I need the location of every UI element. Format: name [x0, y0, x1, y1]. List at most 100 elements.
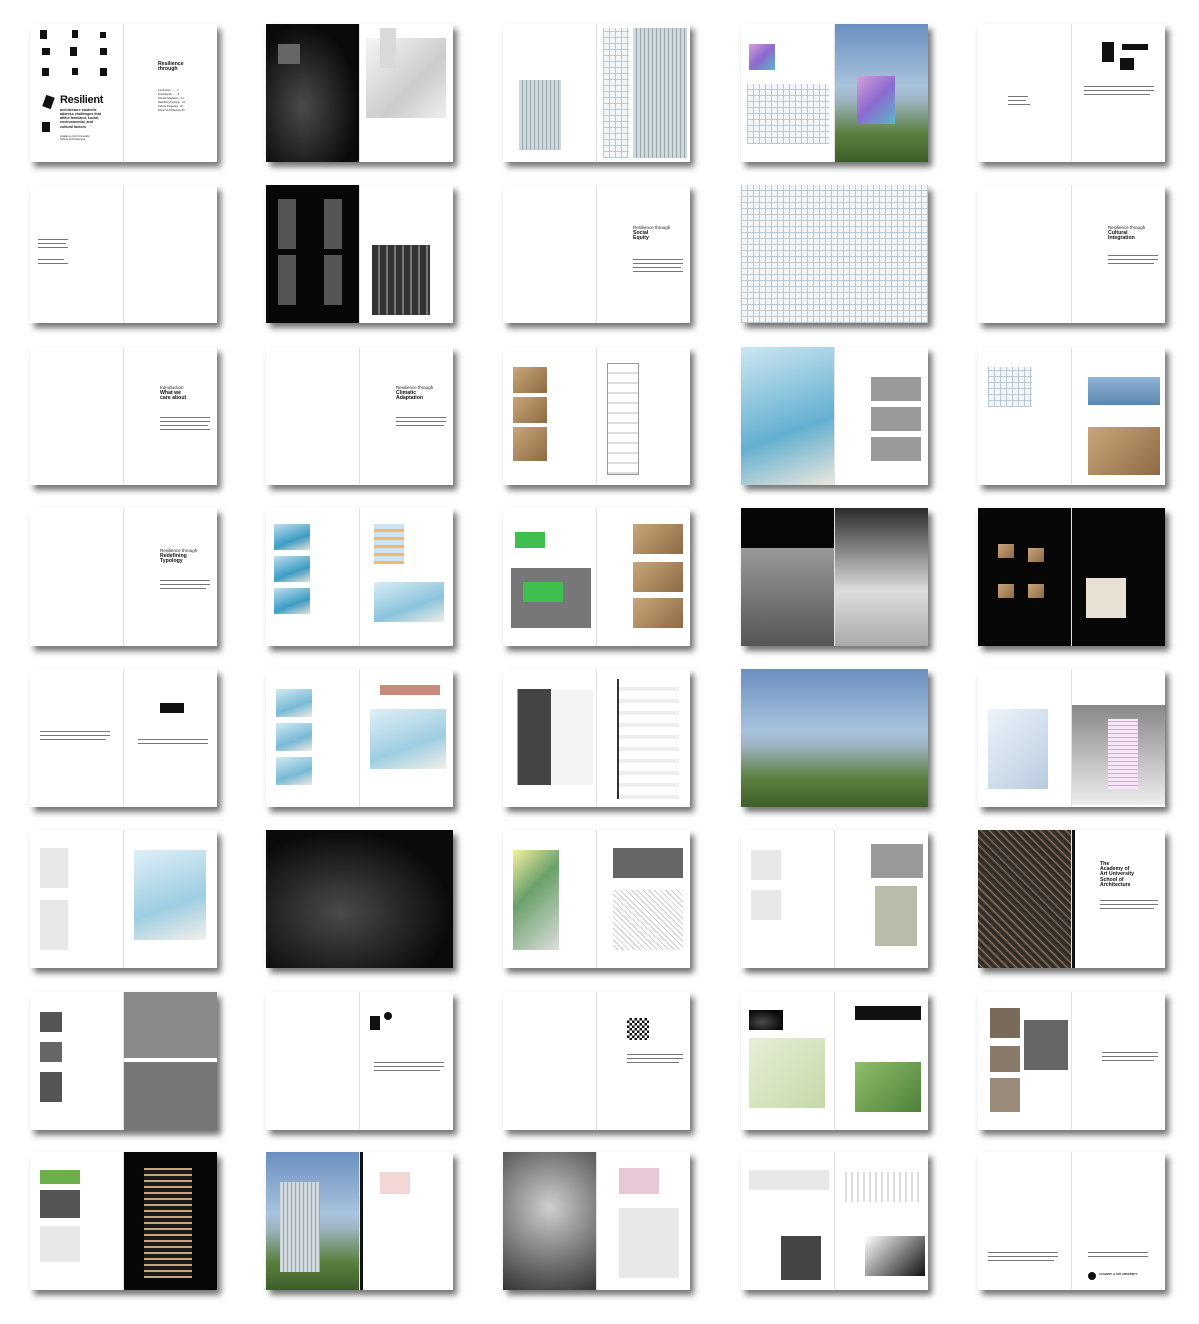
- photo: [40, 1012, 62, 1032]
- text-block: [40, 735, 110, 737]
- spread-school[interactable]: The Academy of Art University School of …: [978, 830, 1165, 968]
- text-block: [988, 1260, 1054, 1262]
- spread-street-tower[interactable]: [266, 1152, 453, 1290]
- spread-pink-cube[interactable]: [741, 24, 928, 162]
- page-right: [835, 24, 928, 162]
- photo-pier: [1088, 377, 1160, 405]
- spread-blank-text[interactable]: [30, 185, 217, 323]
- page-right: [360, 669, 453, 807]
- spread-towers-night[interactable]: [266, 24, 453, 162]
- spread-renders[interactable]: [741, 830, 928, 968]
- spread-climatic-adaptation[interactable]: Resilience through Climatic Adaptation: [266, 347, 453, 485]
- spread-site-plan[interactable]: [741, 347, 928, 485]
- text-block: [38, 259, 64, 261]
- spread-grid-render[interactable]: [741, 185, 928, 323]
- text-block: [396, 417, 446, 419]
- spread-collage[interactable]: [503, 830, 690, 968]
- page-right: [597, 347, 690, 485]
- text-block: [627, 1062, 679, 1064]
- spread-glass-cube[interactable]: [503, 1152, 690, 1290]
- text-block: [396, 425, 444, 427]
- page-right: [124, 830, 217, 968]
- spread-wood-frame[interactable]: [30, 1152, 217, 1290]
- page-right: ACADEMY of ART UNIVERSITY: [1072, 1152, 1165, 1290]
- toc-item[interactable]: School of Architecture 30: [158, 109, 185, 113]
- spread-landscape[interactable]: [741, 669, 928, 807]
- logo-glyph: [42, 48, 50, 55]
- spread-text-diagrams[interactable]: [978, 24, 1165, 162]
- logo-glyph: [100, 48, 107, 55]
- page-left: [503, 185, 597, 323]
- cube-render: [503, 1152, 596, 1290]
- spread-wood-interiors[interactable]: [503, 347, 690, 485]
- page-right: [1072, 992, 1165, 1130]
- diagram-grid: [619, 1208, 679, 1278]
- photo-night: [749, 1010, 783, 1030]
- logo-glyph: [42, 68, 49, 76]
- spread-cultural-integration[interactable]: Resilience through Cultural Integration: [978, 185, 1165, 323]
- spread-cover[interactable]: Resilient architecture students address …: [30, 24, 217, 162]
- page-right: [1072, 347, 1165, 485]
- spread-concrete[interactable]: [30, 992, 217, 1130]
- spread-social-equity[interactable]: Resilience through Social Equity: [503, 185, 690, 323]
- text-block: [38, 247, 68, 249]
- spread-dark-models[interactable]: [978, 508, 1165, 646]
- spread-section-drawings[interactable]: [503, 669, 690, 807]
- page-left: [741, 347, 835, 485]
- spread-mapping[interactable]: [30, 830, 217, 968]
- page-right: [835, 1152, 928, 1290]
- spread-landscape-plan[interactable]: [741, 992, 928, 1130]
- spread-tower-models[interactable]: [266, 185, 453, 323]
- text-block: [633, 259, 683, 261]
- spread-back-cover[interactable]: ACADEMY of ART UNIVERSITY: [978, 1152, 1165, 1290]
- model-green: [523, 582, 563, 602]
- photo-interior: [513, 427, 547, 461]
- spread-night-aerial[interactable]: [266, 830, 453, 968]
- spread-pattern-text[interactable]: [503, 992, 690, 1130]
- page-left: [741, 992, 835, 1130]
- model: [998, 584, 1014, 598]
- spread-text-icon[interactable]: [30, 669, 217, 807]
- photo-strip: [380, 685, 440, 695]
- photo-model: [633, 524, 683, 554]
- page-left: [503, 992, 597, 1130]
- spread-green-models[interactable]: [503, 508, 690, 646]
- black-glyph: [1102, 42, 1114, 62]
- spread-exploded-axon[interactable]: [978, 669, 1165, 807]
- spread-pier-structure[interactable]: [978, 347, 1165, 485]
- photo-interior: [40, 1190, 80, 1218]
- spread-skyline[interactable]: [741, 1152, 928, 1290]
- text-block: [1102, 1056, 1158, 1058]
- text-block: [633, 267, 681, 269]
- text-block: [160, 584, 210, 586]
- text-block: [1084, 90, 1154, 92]
- render: [751, 850, 781, 880]
- text-block: [1008, 96, 1028, 98]
- text-block: [160, 429, 210, 431]
- page-left: [978, 508, 1072, 646]
- spread-redefining-typology[interactable]: Resilience through Redefining Typology: [30, 508, 217, 646]
- spread-dark-urban[interactable]: [741, 508, 928, 646]
- spread-gallery-photos[interactable]: [978, 992, 1165, 1130]
- model: [998, 544, 1014, 558]
- page-right: [124, 185, 217, 323]
- model-glass-tower: [519, 80, 561, 150]
- site-plan: [741, 347, 834, 485]
- site-plan: [749, 1038, 825, 1108]
- spread-icons-text[interactable]: [266, 992, 453, 1130]
- text-block: [38, 243, 66, 245]
- spread-coastal-maps[interactable]: [266, 508, 453, 646]
- page-right: [835, 347, 928, 485]
- text-block: [1108, 255, 1158, 257]
- black-bar: [360, 1152, 363, 1290]
- spread-river-maps[interactable]: [266, 669, 453, 807]
- page-right: [597, 24, 690, 162]
- page-left: [503, 508, 597, 646]
- spread-glass-facade[interactable]: [503, 24, 690, 162]
- spread-introduction[interactable]: Introduction What we care about: [30, 347, 217, 485]
- page-right: [360, 992, 453, 1130]
- photo-gallery: [1024, 1020, 1068, 1070]
- photo-concrete: [124, 992, 217, 1058]
- diagram: [380, 1172, 410, 1194]
- model: [1028, 584, 1044, 598]
